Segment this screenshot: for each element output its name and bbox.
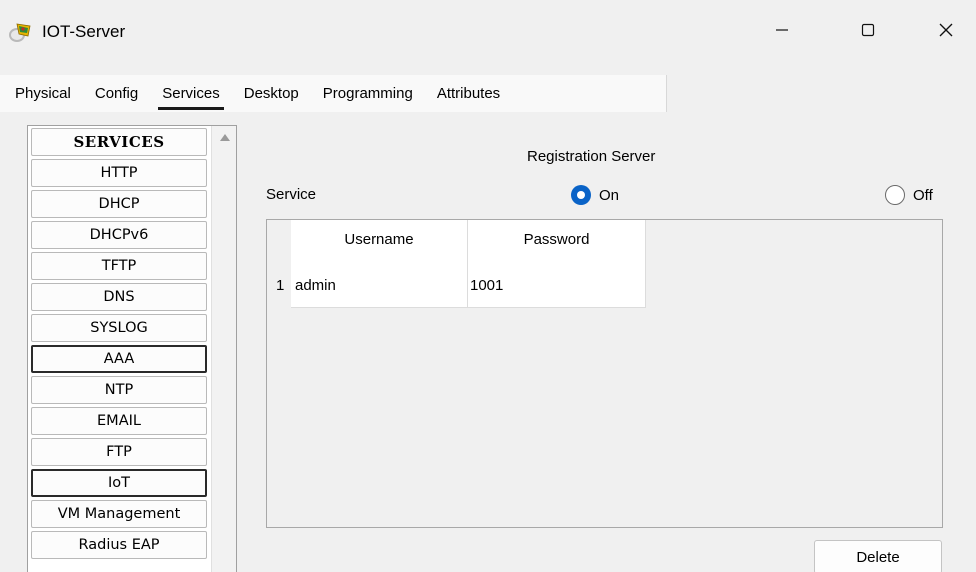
tab-desktop[interactable]: Desktop bbox=[232, 75, 311, 112]
close-icon bbox=[938, 22, 954, 42]
tab-services[interactable]: Services bbox=[150, 75, 232, 112]
service-dhcpv6[interactable]: DHCPv6 bbox=[31, 221, 207, 249]
service-aaa[interactable]: AAA bbox=[31, 345, 207, 373]
table-row[interactable]: admin 1001 bbox=[291, 264, 646, 308]
window-title: IOT-Server bbox=[42, 22, 126, 41]
service-on-radio[interactable]: On bbox=[571, 185, 619, 205]
radio-checked-icon[interactable] bbox=[571, 185, 591, 205]
service-http[interactable]: HTTP bbox=[31, 159, 207, 187]
service-tftp[interactable]: TFTP bbox=[31, 252, 207, 280]
column-header-username[interactable]: Username bbox=[291, 220, 468, 264]
user-table-grid: Username Password admin 1001 bbox=[291, 220, 646, 308]
service-ntp[interactable]: NTP bbox=[31, 376, 207, 404]
services-scrollbar[interactable] bbox=[211, 126, 236, 572]
title-bar: IOT-Server bbox=[0, 0, 976, 64]
maximize-button[interactable] bbox=[838, 14, 898, 50]
services-panel: SERVICES HTTP DHCP DHCPv6 TFTP DNS SYSLO… bbox=[27, 125, 237, 572]
delete-button[interactable]: Delete bbox=[814, 540, 942, 572]
service-ftp[interactable]: FTP bbox=[31, 438, 207, 466]
service-vm-management[interactable]: VM Management bbox=[31, 500, 207, 528]
tab-row: Physical Config Services Desktop Program… bbox=[0, 75, 512, 112]
service-on-label: On bbox=[599, 186, 620, 204]
service-off-radio[interactable]: Off bbox=[885, 185, 933, 205]
service-dhcp[interactable]: DHCP bbox=[31, 190, 207, 218]
row-number: 1 bbox=[276, 277, 285, 294]
close-button[interactable] bbox=[916, 14, 976, 50]
table-header-row: Username Password bbox=[291, 220, 646, 264]
tab-programming[interactable]: Programming bbox=[311, 75, 425, 112]
tab-config[interactable]: Config bbox=[83, 75, 150, 112]
registration-server-title: Registration Server bbox=[527, 148, 656, 165]
tab-attributes[interactable]: Attributes bbox=[425, 75, 512, 112]
minimize-icon bbox=[775, 23, 789, 41]
maximize-icon bbox=[861, 23, 875, 41]
tab-physical[interactable]: Physical bbox=[0, 75, 83, 112]
service-syslog[interactable]: SYSLOG bbox=[31, 314, 207, 342]
service-email[interactable]: EMAIL bbox=[31, 407, 207, 435]
iot-device-icon bbox=[8, 22, 34, 44]
services-header-button[interactable]: SERVICES bbox=[31, 128, 207, 156]
service-dns[interactable]: DNS bbox=[31, 283, 207, 311]
scroll-up-arrow-icon[interactable] bbox=[220, 134, 230, 141]
service-label: Service bbox=[266, 186, 317, 203]
cell-username[interactable]: admin bbox=[291, 264, 468, 308]
service-iot[interactable]: IoT bbox=[31, 469, 207, 497]
minimize-button[interactable] bbox=[752, 14, 812, 50]
cell-password[interactable]: 1001 bbox=[468, 264, 646, 308]
column-header-password[interactable]: Password bbox=[468, 220, 646, 264]
services-list: SERVICES HTTP DHCP DHCPv6 TFTP DNS SYSLO… bbox=[30, 128, 210, 562]
radio-unchecked-icon[interactable] bbox=[885, 185, 905, 205]
service-off-label: Off bbox=[913, 186, 933, 204]
user-table: 1 Username Password admin 1001 bbox=[266, 219, 943, 528]
service-radius-eap[interactable]: Radius EAP bbox=[31, 531, 207, 559]
